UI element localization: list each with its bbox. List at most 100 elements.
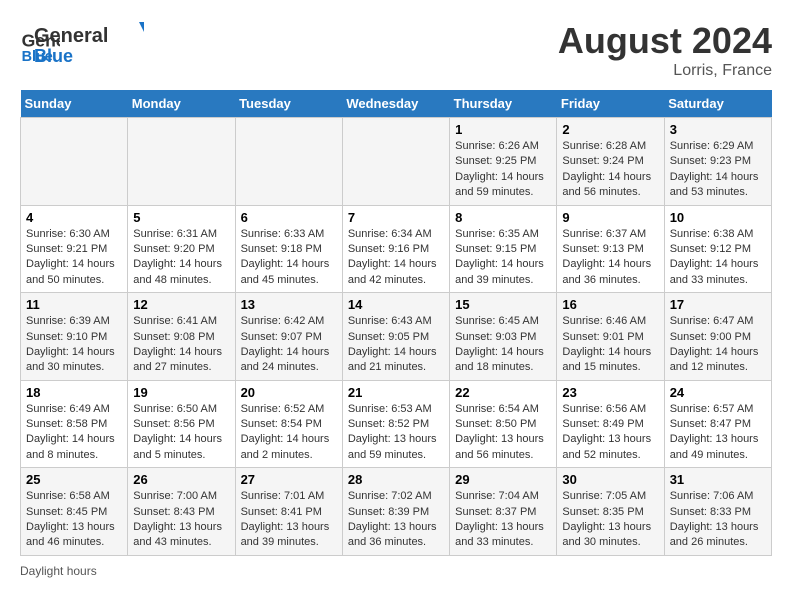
- day-number: 24: [670, 385, 766, 400]
- month-title: August 2024: [558, 20, 772, 62]
- day-detail: Sunrise: 6:43 AMSunset: 9:05 PMDaylight:…: [348, 314, 444, 376]
- calendar-day-cell: 12Sunrise: 6:41 AMSunset: 9:08 PMDayligh…: [128, 293, 235, 381]
- calendar-day-cell: 20 Sunrise: 6:52 AMSunset: 8:54 PMDayligh…: [235, 380, 342, 468]
- day-of-week-header: Wednesday: [342, 90, 449, 118]
- day-of-week-header: Friday: [557, 90, 664, 118]
- day-detail: Sunrise: 6:52 AMSunset: 8:54 PMDaylight:…: [241, 402, 337, 464]
- day-number: 13: [241, 297, 337, 312]
- calendar-day-cell: 6 Sunrise: 6:33 AMSunset: 9:18 PMDaylight…: [235, 205, 342, 293]
- day-detail: Sunrise: 6:31 AMSunset: 9:20 PMDaylight:…: [133, 227, 229, 289]
- calendar-day-cell: 27Sunrise: 7:01 AMSunset: 8:41 PMDayligh…: [235, 468, 342, 556]
- day-of-week-header: Sunday: [21, 90, 128, 118]
- day-detail: Sunrise: 6:34 AMSunset: 9:16 PMDaylight:…: [348, 227, 444, 289]
- calendar-week-row: 25 Sunrise: 6:58 AMSunset: 8:45 PMDayligh…: [21, 468, 772, 556]
- svg-text:Blue: Blue: [34, 46, 73, 66]
- day-number: 17: [670, 297, 766, 312]
- day-of-week-header: Monday: [128, 90, 235, 118]
- footer-note: Daylight hours: [20, 564, 772, 578]
- day-detail: Sunrise: 6:57 AMSunset: 8:47 PMDaylight:…: [670, 402, 766, 464]
- day-number: 12: [133, 297, 229, 312]
- day-number: 22: [455, 385, 551, 400]
- day-detail: Sunrise: 6:28 AMSunset: 9:24 PMDaylight:…: [562, 139, 658, 201]
- calendar-day-cell: 3 Sunrise: 6:29 AMSunset: 9:23 PMDaylight…: [664, 118, 771, 206]
- day-detail: Sunrise: 6:58 AMSunset: 8:45 PMDaylight:…: [26, 489, 122, 551]
- day-of-week-header: Thursday: [450, 90, 557, 118]
- day-number: 11: [26, 297, 122, 312]
- calendar-day-cell: 11 Sunrise: 6:39 AMSunset: 9:10 PMDayligh…: [21, 293, 128, 381]
- day-of-week-header: Tuesday: [235, 90, 342, 118]
- day-detail: Sunrise: 6:56 AMSunset: 8:49 PMDaylight:…: [562, 402, 658, 464]
- calendar-day-cell: 16Sunrise: 6:46 AMSunset: 9:01 PMDayligh…: [557, 293, 664, 381]
- page-header: General Blue General Blue August 2024 Lo…: [20, 20, 772, 80]
- day-detail: Sunrise: 6:33 AMSunset: 9:18 PMDaylight:…: [241, 227, 337, 289]
- day-number: 19: [133, 385, 229, 400]
- calendar-day-cell: 13 Sunrise: 6:42 AMSunset: 9:07 PMDayligh…: [235, 293, 342, 381]
- calendar-day-cell: 29Sunrise: 7:04 AMSunset: 8:37 PMDayligh…: [450, 468, 557, 556]
- day-number: 16: [562, 297, 658, 312]
- location: Lorris, France: [558, 62, 772, 80]
- calendar-day-cell: 7 Sunrise: 6:34 AMSunset: 9:16 PMDaylight…: [342, 205, 449, 293]
- calendar-day-cell: [235, 118, 342, 206]
- calendar-day-cell: 26 Sunrise: 7:00 AMSunset: 8:43 PMDayligh…: [128, 468, 235, 556]
- calendar-day-cell: 21Sunrise: 6:53 AMSunset: 8:52 PMDayligh…: [342, 380, 449, 468]
- day-number: 15: [455, 297, 551, 312]
- calendar-day-cell: 25 Sunrise: 6:58 AMSunset: 8:45 PMDayligh…: [21, 468, 128, 556]
- day-number: 18: [26, 385, 122, 400]
- calendar-day-cell: 19Sunrise: 6:50 AMSunset: 8:56 PMDayligh…: [128, 380, 235, 468]
- calendar-day-cell: [128, 118, 235, 206]
- day-number: 6: [241, 210, 337, 225]
- day-number: 26: [133, 472, 229, 487]
- calendar-day-cell: 15Sunrise: 6:45 AMSunset: 9:03 PMDayligh…: [450, 293, 557, 381]
- day-number: 21: [348, 385, 444, 400]
- calendar-day-cell: 1 Sunrise: 6:26 AMSunset: 9:25 PMDaylight…: [450, 118, 557, 206]
- day-detail: Sunrise: 6:29 AMSunset: 9:23 PMDaylight:…: [670, 139, 766, 201]
- day-detail: Sunrise: 6:26 AMSunset: 9:25 PMDaylight:…: [455, 139, 551, 201]
- day-number: 5: [133, 210, 229, 225]
- day-number: 3: [670, 122, 766, 137]
- day-number: 30: [562, 472, 658, 487]
- day-detail: Sunrise: 6:35 AMSunset: 9:15 PMDaylight:…: [455, 227, 551, 289]
- calendar-day-cell: [342, 118, 449, 206]
- day-detail: Sunrise: 6:49 AMSunset: 8:58 PMDaylight:…: [26, 402, 122, 464]
- calendar-week-row: 18 Sunrise: 6:49 AMSunset: 8:58 PMDayligh…: [21, 380, 772, 468]
- day-number: 1: [455, 122, 551, 137]
- day-number: 8: [455, 210, 551, 225]
- day-number: 9: [562, 210, 658, 225]
- logo-svg: General Blue: [34, 20, 144, 68]
- calendar-day-cell: 18 Sunrise: 6:49 AMSunset: 8:58 PMDayligh…: [21, 380, 128, 468]
- calendar-day-cell: 4 Sunrise: 6:30 AMSunset: 9:21 PMDaylight…: [21, 205, 128, 293]
- day-detail: Sunrise: 6:54 AMSunset: 8:50 PMDaylight:…: [455, 402, 551, 464]
- calendar-day-cell: 17 Sunrise: 6:47 AMSunset: 9:00 PMDayligh…: [664, 293, 771, 381]
- day-detail: Sunrise: 7:00 AMSunset: 8:43 PMDaylight:…: [133, 489, 229, 551]
- day-number: 2: [562, 122, 658, 137]
- day-detail: Sunrise: 6:39 AMSunset: 9:10 PMDaylight:…: [26, 314, 122, 376]
- calendar-day-cell: 9 Sunrise: 6:37 AMSunset: 9:13 PMDaylight…: [557, 205, 664, 293]
- calendar-day-cell: 28Sunrise: 7:02 AMSunset: 8:39 PMDayligh…: [342, 468, 449, 556]
- svg-text:General: General: [34, 25, 108, 47]
- day-detail: Sunrise: 6:42 AMSunset: 9:07 PMDaylight:…: [241, 314, 337, 376]
- title-area: August 2024 Lorris, France: [558, 20, 772, 80]
- logo: General Blue General Blue: [20, 20, 144, 68]
- day-detail: Sunrise: 6:47 AMSunset: 9:00 PMDaylight:…: [670, 314, 766, 376]
- calendar-day-cell: 23Sunrise: 6:56 AMSunset: 8:49 PMDayligh…: [557, 380, 664, 468]
- calendar-day-cell: 14Sunrise: 6:43 AMSunset: 9:05 PMDayligh…: [342, 293, 449, 381]
- calendar-day-cell: 5 Sunrise: 6:31 AMSunset: 9:20 PMDaylight…: [128, 205, 235, 293]
- day-number: 25: [26, 472, 122, 487]
- day-number: 4: [26, 210, 122, 225]
- calendar-week-row: 1 Sunrise: 6:26 AMSunset: 9:25 PMDaylight…: [21, 118, 772, 206]
- calendar-day-cell: 31 Sunrise: 7:06 AMSunset: 8:33 PMDayligh…: [664, 468, 771, 556]
- calendar-table: SundayMondayTuesdayWednesdayThursdayFrid…: [20, 90, 772, 556]
- calendar-day-cell: [21, 118, 128, 206]
- calendar-day-cell: 22 Sunrise: 6:54 AMSunset: 8:50 PMDayligh…: [450, 380, 557, 468]
- day-detail: Sunrise: 6:37 AMSunset: 9:13 PMDaylight:…: [562, 227, 658, 289]
- day-number: 31: [670, 472, 766, 487]
- calendar-day-cell: 24 Sunrise: 6:57 AMSunset: 8:47 PMDayligh…: [664, 380, 771, 468]
- day-detail: Sunrise: 6:30 AMSunset: 9:21 PMDaylight:…: [26, 227, 122, 289]
- day-number: 20: [241, 385, 337, 400]
- day-detail: Sunrise: 6:38 AMSunset: 9:12 PMDaylight:…: [670, 227, 766, 289]
- day-number: 7: [348, 210, 444, 225]
- day-detail: Sunrise: 7:01 AMSunset: 8:41 PMDaylight:…: [241, 489, 337, 551]
- day-detail: Sunrise: 7:06 AMSunset: 8:33 PMDaylight:…: [670, 489, 766, 551]
- day-detail: Sunrise: 7:02 AMSunset: 8:39 PMDaylight:…: [348, 489, 444, 551]
- day-number: 29: [455, 472, 551, 487]
